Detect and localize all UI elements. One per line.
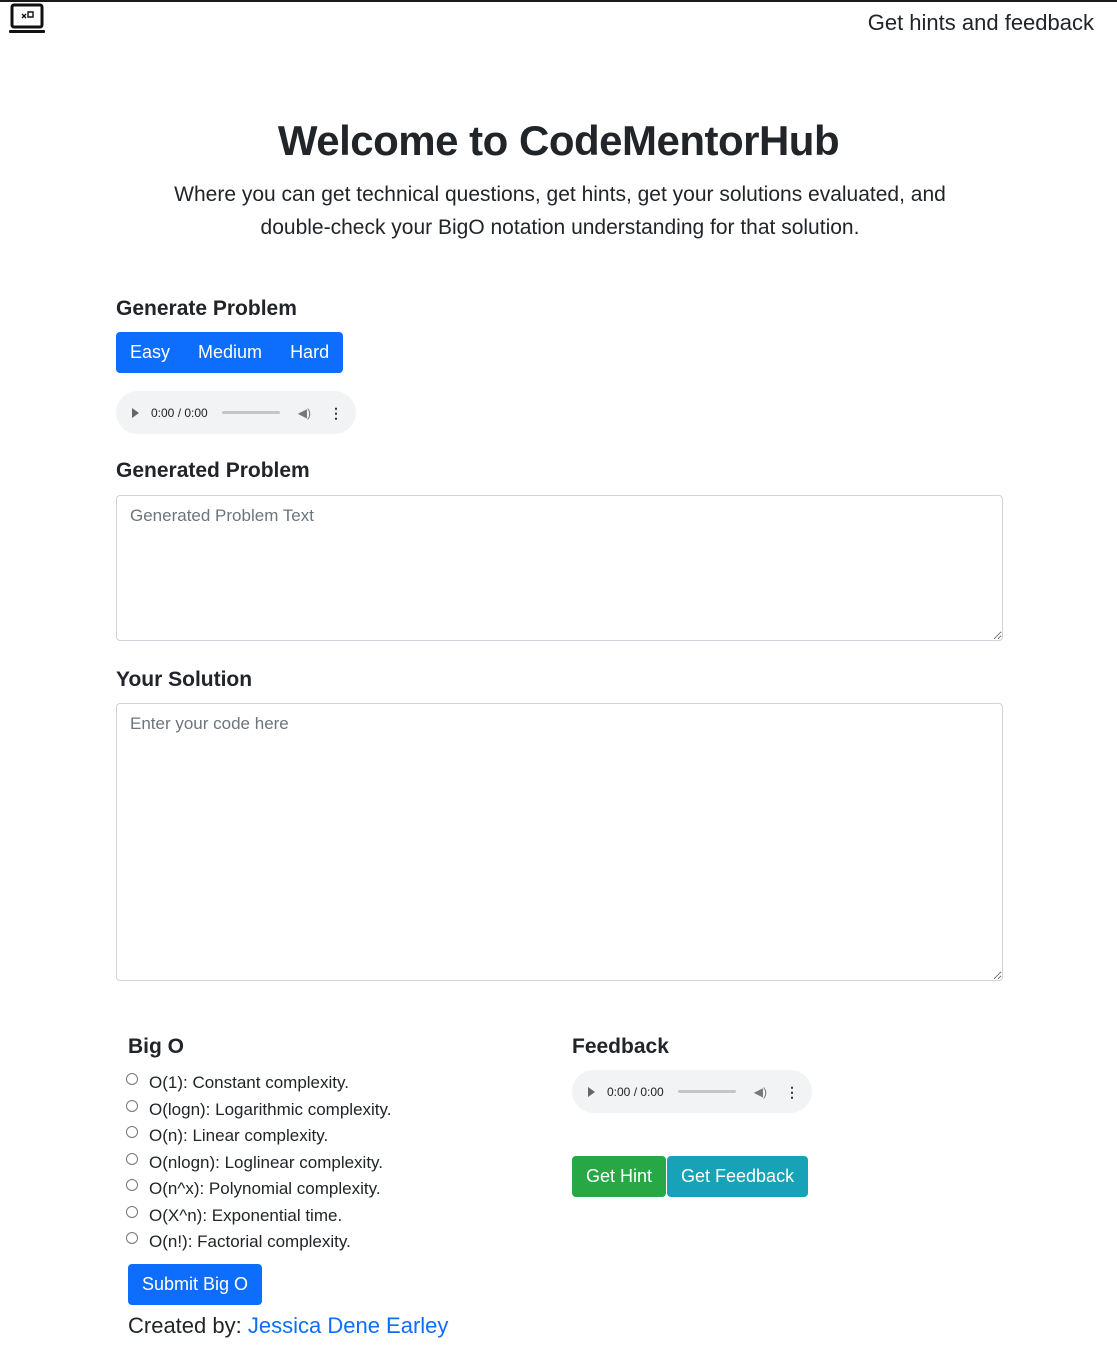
credit-line: Created by: Jessica Dene Earley bbox=[128, 1313, 448, 1339]
bigo-option: O(n): Linear complexity. bbox=[126, 1123, 392, 1150]
credit-prefix: Created by: bbox=[128, 1313, 242, 1338]
solution-textarea[interactable] bbox=[116, 703, 1003, 981]
submit-bigo-button[interactable]: Submit Big O bbox=[128, 1264, 263, 1305]
medium-button[interactable]: Medium bbox=[184, 332, 276, 373]
bigo-radio[interactable] bbox=[126, 1179, 138, 1192]
bigo-radio[interactable] bbox=[126, 1152, 138, 1165]
audio-seek-bar[interactable] bbox=[677, 1090, 736, 1093]
bigo-option-label: O(nlogn): Loglinear complexity. bbox=[149, 1152, 384, 1172]
bigo-option: O(X^n): Exponential time. bbox=[126, 1203, 392, 1230]
difficulty-button-group: Easy Medium Hard bbox=[116, 332, 344, 373]
solution-heading: Your Solution bbox=[116, 668, 253, 691]
bigo-option-label: O(X^n): Exponential time. bbox=[149, 1205, 343, 1225]
bigo-option: O(n^x): Polynomial complexity. bbox=[126, 1176, 392, 1203]
feedback-audio-player: 0:00 / 0:00 ◀) ⋮ bbox=[572, 1070, 812, 1113]
page-title: Welcome to CodeMentorHub bbox=[277, 117, 840, 164]
hard-button[interactable]: Hard bbox=[276, 332, 343, 373]
laptop-code-icon[interactable] bbox=[8, 3, 46, 35]
bigo-option-label: O(n!): Factorial complexity. bbox=[149, 1232, 351, 1252]
play-icon[interactable] bbox=[132, 407, 139, 418]
get-feedback-button[interactable]: Get Feedback bbox=[667, 1156, 809, 1197]
more-vert-icon[interactable]: ⋮ bbox=[785, 1085, 799, 1099]
bigo-option-label: O(n^x): Polynomial complexity. bbox=[149, 1179, 381, 1199]
bigo-radio[interactable] bbox=[126, 1073, 138, 1086]
audio-seek-bar[interactable] bbox=[221, 411, 280, 414]
audio-time: 0:00 / 0:00 bbox=[607, 1084, 664, 1099]
bigo-option-label: O(logn): Logarithmic complexity. bbox=[149, 1099, 392, 1119]
audio-time: 0:00 / 0:00 bbox=[151, 405, 208, 420]
play-icon[interactable] bbox=[588, 1086, 595, 1097]
bigo-heading: Big O bbox=[128, 1035, 184, 1058]
bigo-option-label: O(1): Constant complexity. bbox=[149, 1073, 349, 1093]
bigo-radio[interactable] bbox=[126, 1099, 138, 1112]
generated-problem-heading: Generated Problem bbox=[116, 459, 310, 482]
bigo-radio[interactable] bbox=[126, 1232, 138, 1245]
volume-icon[interactable]: ◀) bbox=[298, 406, 311, 420]
page-lead: Where you can get technical questions, g… bbox=[174, 183, 946, 239]
bigo-option: O(logn): Logarithmic complexity. bbox=[126, 1097, 392, 1124]
problem-audio-player: 0:00 / 0:00 ◀) ⋮ bbox=[116, 391, 356, 434]
author-link[interactable]: Jessica Dene Earley bbox=[248, 1313, 449, 1338]
generated-problem-textarea[interactable] bbox=[116, 495, 1003, 641]
more-vert-icon[interactable]: ⋮ bbox=[329, 406, 343, 420]
nav-link-hints[interactable]: Get hints and feedback bbox=[868, 10, 1094, 36]
bigo-radio[interactable] bbox=[126, 1126, 138, 1139]
top-border bbox=[0, 0, 1117, 2]
feedback-heading: Feedback bbox=[572, 1035, 669, 1058]
volume-icon[interactable]: ◀) bbox=[754, 1085, 767, 1099]
generate-heading: Generate Problem bbox=[116, 297, 297, 320]
bigo-option: O(nlogn): Loglinear complexity. bbox=[126, 1150, 392, 1177]
bigo-options: O(1): Constant complexity. O(logn): Loga… bbox=[126, 1070, 392, 1256]
bigo-option: O(1): Constant complexity. bbox=[126, 1070, 392, 1097]
bigo-option: O(n!): Factorial complexity. bbox=[126, 1229, 392, 1256]
get-hint-button[interactable]: Get Hint bbox=[572, 1156, 667, 1197]
easy-button[interactable]: Easy bbox=[116, 332, 184, 373]
bigo-option-label: O(n): Linear complexity. bbox=[149, 1126, 329, 1146]
bigo-radio[interactable] bbox=[126, 1205, 138, 1218]
